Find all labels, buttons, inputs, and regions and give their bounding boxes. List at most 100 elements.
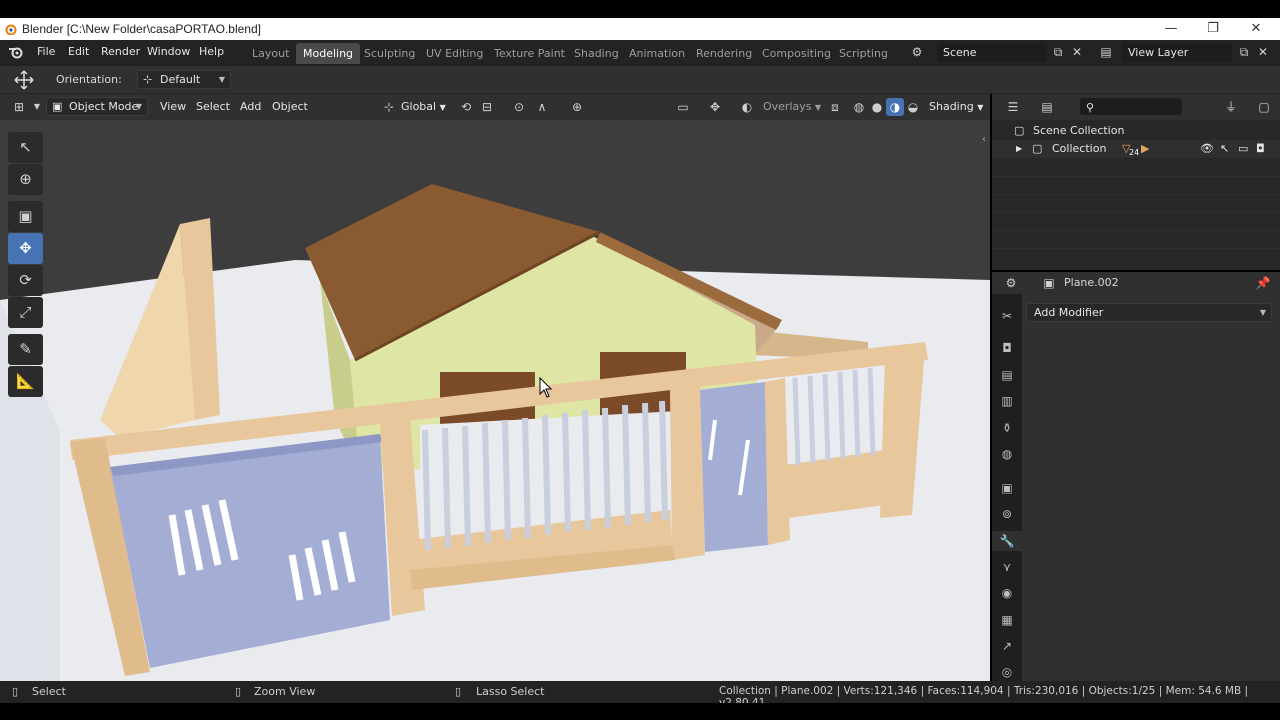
menu-window[interactable]: Window bbox=[147, 45, 190, 58]
modifiers-wrench-icon[interactable]: 🔧 bbox=[992, 531, 1022, 551]
tab-scripting[interactable]: Scripting bbox=[832, 43, 895, 64]
tab-compositing[interactable]: Compositing bbox=[755, 43, 838, 64]
tab-rendering[interactable]: Rendering bbox=[689, 43, 759, 64]
falloff-icon[interactable]: ∧ bbox=[533, 98, 551, 116]
tab-animation[interactable]: Animation bbox=[622, 43, 692, 64]
new-view-layer-icon[interactable]: ⧉ bbox=[1235, 43, 1253, 61]
menu-view[interactable]: View bbox=[155, 97, 191, 117]
pivot-icon[interactable]: ⟲ bbox=[457, 98, 475, 116]
measure-icon[interactable]: 📐 bbox=[8, 366, 43, 397]
collection-label: Collection bbox=[1052, 142, 1107, 155]
select-cursor-icon[interactable]: ↖ bbox=[8, 132, 43, 163]
view-layer-icon[interactable]: ▤ bbox=[1097, 43, 1115, 61]
xray-icon[interactable]: ⧈ bbox=[826, 98, 844, 116]
left-toolbar: ↖ ⊕ ▣ ✥ ⟳ ⤢ ✎ 📐 bbox=[8, 128, 45, 398]
annotate-icon[interactable]: ✎ bbox=[8, 334, 43, 365]
view-layer-field[interactable]: View Layer bbox=[1122, 43, 1232, 62]
outliner-scene-collection[interactable]: ▢ Scene Collection bbox=[992, 122, 1280, 140]
restore-button[interactable]: ❐ bbox=[1198, 20, 1228, 38]
scale-icon[interactable]: ⤢ bbox=[8, 297, 43, 328]
move-icon[interactable]: ✥ bbox=[8, 233, 43, 264]
display-mode-icon[interactable]: ▤ bbox=[1038, 98, 1056, 116]
selectable-icon[interactable]: ↖ bbox=[1220, 140, 1229, 158]
close-window-button[interactable]: ✕ bbox=[1241, 20, 1271, 38]
view-layer-name: View Layer bbox=[1128, 46, 1189, 59]
cursor-icon[interactable]: ⊕ bbox=[8, 164, 43, 195]
orientation-value: Default bbox=[160, 73, 201, 86]
render-tab-icon[interactable]: ◘ bbox=[997, 338, 1017, 358]
filter-icon[interactable]: ⏚ bbox=[1222, 98, 1240, 116]
data-tab-icon[interactable]: ▦ bbox=[997, 610, 1017, 630]
outliner-editor-icon[interactable]: ☰ bbox=[1004, 98, 1022, 116]
output-tab-icon[interactable]: ▤ bbox=[997, 365, 1017, 385]
letterbox-bottom bbox=[0, 703, 1280, 720]
eye-icon[interactable]: 👁 bbox=[1200, 140, 1214, 158]
pin-icon[interactable]: 📌 bbox=[1254, 274, 1272, 292]
outliner-collection[interactable]: ▶ ▢ Collection ▽ 24 ▶ 👁 ↖ ▭ ◘ bbox=[992, 140, 1280, 158]
minimize-button[interactable]: — bbox=[1156, 20, 1186, 38]
snap-icon[interactable]: ⊟ bbox=[478, 98, 496, 116]
outliner: ▢ Scene Collection ▶ ▢ Collection ▽ 24 ▶… bbox=[992, 120, 1280, 270]
menu-file[interactable]: File bbox=[37, 45, 55, 58]
new-collection-icon[interactable]: ▢ bbox=[1255, 98, 1273, 116]
material-preview-shading-icon[interactable]: ◑ bbox=[886, 98, 904, 116]
menu-render[interactable]: Render bbox=[101, 45, 140, 58]
mode-value: Object Mode bbox=[69, 100, 139, 113]
proportional-editing-icon[interactable]: ⊙ bbox=[510, 98, 528, 116]
constraints-tab-icon[interactable]: ⊚ bbox=[997, 504, 1017, 524]
mode-dropdown[interactable]: ▣ Object Mode ▼ bbox=[46, 97, 148, 116]
rendered-shading-icon[interactable]: ◒ bbox=[904, 98, 922, 116]
expand-arrow-icon[interactable]: ▶ bbox=[1016, 140, 1022, 158]
overlays-dropdown[interactable]: Overlays ▼ bbox=[758, 97, 826, 117]
world-tab-icon[interactable]: ◍ bbox=[997, 444, 1017, 464]
orientation-dropdown[interactable]: ⊹ Default ▼ bbox=[137, 70, 231, 89]
collection-icon: ▢ bbox=[1032, 142, 1043, 155]
render-disable-icon[interactable]: ◘ bbox=[1256, 140, 1265, 158]
scene-field[interactable]: Scene bbox=[937, 43, 1047, 62]
scene-tab-icon[interactable]: ⚱ bbox=[997, 418, 1017, 438]
shading-dropdown[interactable]: Shading ▼ bbox=[924, 97, 988, 117]
sidebar-toggle-icon[interactable]: ‹ bbox=[982, 134, 986, 145]
overlays-icon[interactable]: ◐ bbox=[738, 98, 756, 116]
view-object-types-icon[interactable]: ▭ bbox=[674, 98, 692, 116]
tab-uv-editing[interactable]: UV Editing bbox=[419, 43, 490, 64]
particles-tab-icon[interactable]: ⋎ bbox=[997, 557, 1017, 577]
object-type-visibility-icon[interactable]: ⊕ bbox=[568, 98, 586, 116]
wireframe-shading-icon[interactable]: ◍ bbox=[850, 98, 868, 116]
tab-sculpting[interactable]: Sculpting bbox=[357, 43, 422, 64]
transform-icon[interactable]: ▣ bbox=[8, 201, 43, 232]
texture-tab-icon[interactable]: ◎ bbox=[997, 662, 1017, 682]
blender-menu-icon[interactable] bbox=[8, 45, 24, 59]
new-scene-icon[interactable]: ⧉ bbox=[1049, 43, 1067, 61]
menu-select[interactable]: Select bbox=[191, 97, 235, 117]
properties-editor-icon[interactable]: ⚙ bbox=[1002, 274, 1020, 292]
pedestrian-gate bbox=[700, 382, 768, 552]
menu-edit[interactable]: Edit bbox=[68, 45, 89, 58]
object-tab-icon[interactable]: ▣ bbox=[997, 478, 1017, 498]
menu-help[interactable]: Help bbox=[199, 45, 224, 58]
add-modifier-dropdown[interactable]: Add Modifier ▼ bbox=[1026, 303, 1272, 322]
tool-tab-icon[interactable]: ✂ bbox=[997, 306, 1017, 326]
transform-orientation-dropdown[interactable]: Global ▼ bbox=[396, 97, 451, 117]
viewport-disable-icon[interactable]: ▭ bbox=[1238, 140, 1248, 158]
move-tool-icon[interactable] bbox=[13, 70, 35, 90]
tab-layout[interactable]: Layout bbox=[245, 43, 296, 64]
3d-viewport[interactable]: ↖ ⊕ ▣ ✥ ⟳ ⤢ ✎ 📐 ‹ bbox=[0, 120, 990, 681]
tab-texture-paint[interactable]: Texture Paint bbox=[487, 43, 572, 64]
view-layer-tab-icon[interactable]: ▥ bbox=[997, 391, 1017, 411]
rotate-icon[interactable]: ⟳ bbox=[8, 265, 43, 296]
delete-view-layer-icon[interactable]: ✕ bbox=[1254, 43, 1272, 61]
solid-shading-icon[interactable]: ● bbox=[868, 98, 886, 116]
gizmo-icon[interactable]: ✥ bbox=[706, 98, 724, 116]
outliner-search-input[interactable]: ⚲ bbox=[1080, 98, 1182, 115]
chevron-down-icon[interactable]: ▼ bbox=[28, 98, 46, 116]
menu-add[interactable]: Add bbox=[235, 97, 266, 117]
menu-object[interactable]: Object bbox=[267, 97, 313, 117]
delete-scene-icon[interactable]: ✕ bbox=[1068, 43, 1086, 61]
tab-shading[interactable]: Shading bbox=[567, 43, 626, 64]
material-tab-icon[interactable]: ↗ bbox=[997, 636, 1017, 656]
editor-type-icon[interactable]: ⊞ bbox=[10, 98, 28, 116]
scene-icon[interactable]: ⚙ bbox=[908, 43, 926, 61]
tab-modeling[interactable]: Modeling bbox=[296, 43, 361, 64]
physics-tab-icon[interactable]: ◉ bbox=[997, 583, 1017, 603]
